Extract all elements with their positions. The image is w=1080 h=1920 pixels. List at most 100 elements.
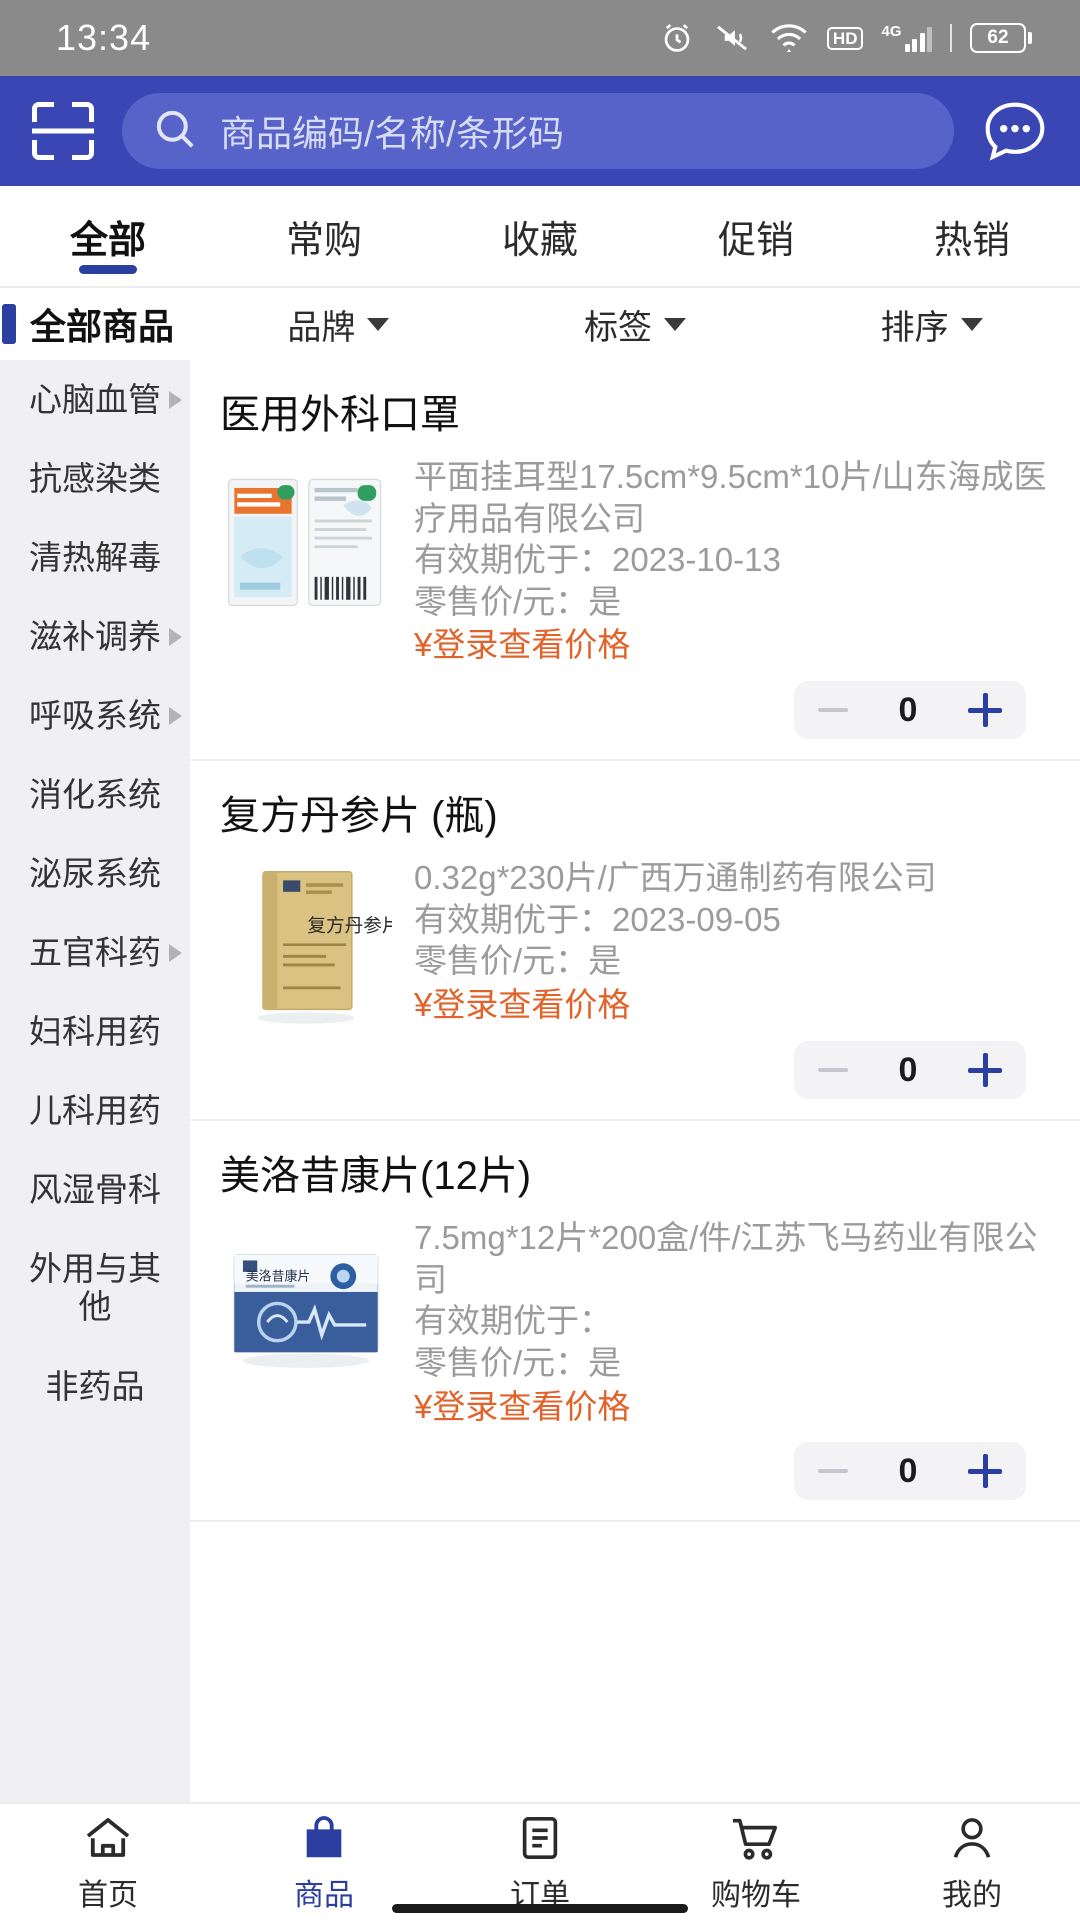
sidebar-active-marker — [2, 304, 16, 344]
filter-label: 标签 — [584, 308, 652, 347]
plus-icon[interactable] — [967, 693, 1002, 728]
minus-icon[interactable] — [818, 1469, 848, 1474]
shopping-cart-icon — [729, 1811, 783, 1863]
tab-promotions[interactable]: 促销 — [648, 186, 864, 286]
bag-icon — [299, 1811, 349, 1863]
battery-level: 62 — [987, 27, 1009, 48]
tab-label: 促销 — [717, 219, 794, 262]
product-title: 美洛昔康片(12片) — [220, 1154, 532, 1199]
alarm-icon — [659, 20, 695, 56]
product-retail-price: 零售价/元：是 — [414, 1343, 622, 1381]
sidebar-item-label: 非药品 — [45, 1367, 145, 1405]
product-retail-price: 零售价/元：是 — [414, 582, 622, 620]
product-expiry: 有效期优于：2023-10-13 — [414, 541, 781, 579]
sidebar-item-label: 清热解毒 — [29, 538, 161, 576]
quantity-stepper[interactable]: 0 — [794, 1442, 1026, 1501]
product-image-face-mask-packets — [220, 456, 392, 626]
sidebar-item-pediatrics[interactable]: 儿科用药 — [0, 1071, 190, 1150]
status-time: 13:34 — [56, 17, 152, 58]
search-icon — [152, 106, 198, 157]
quantity-stepper[interactable]: 0 — [794, 681, 1026, 740]
product-spec: 平面挂耳型17.5cm*9.5cm*10片/山东海成医疗用品有限公司 — [414, 458, 1047, 537]
sidebar-item-label: 妇科用药 — [29, 1012, 161, 1050]
product-card[interactable]: 美洛昔康片(12片) 美洛昔康片 7.5mg*12片*200盒/件/江苏飞马药业… — [190, 1121, 1080, 1523]
nav-products[interactable]: 商品 — [216, 1811, 432, 1914]
tab-all[interactable]: 全部 — [0, 186, 216, 286]
user-icon — [947, 1811, 997, 1863]
plus-icon[interactable] — [967, 1053, 1002, 1088]
product-spec: 7.5mg*12片*200盒/件/江苏飞马药业有限公司 — [414, 1219, 1038, 1298]
tab-favorites[interactable]: 收藏 — [432, 186, 648, 286]
nav-label: 商品 — [294, 1878, 354, 1912]
nav-cart[interactable]: 购物车 — [648, 1811, 864, 1914]
sidebar-item-label: 泌尿系统 — [29, 854, 161, 892]
sidebar-item-digestive[interactable]: 消化系统 — [0, 755, 190, 834]
chevron-right-icon — [169, 706, 182, 725]
nav-orders[interactable]: 订单 — [432, 1811, 648, 1914]
network-label: 4G — [881, 23, 902, 40]
sidebar-item-gynecology[interactable]: 妇科用药 — [0, 992, 190, 1071]
sidebar-item-tonic[interactable]: 滋补调养 — [0, 597, 190, 676]
sidebar-item-label: 心脑血管 — [29, 380, 161, 418]
scan-barcode-icon[interactable] — [26, 98, 100, 164]
filter-brand[interactable]: 品牌 — [190, 300, 487, 349]
sidebar-item-topical-other[interactable]: 外用与其他 — [0, 1229, 190, 1347]
tab-hot[interactable]: 热销 — [864, 186, 1080, 286]
sidebar-item-heat-clearing[interactable]: 清热解毒 — [0, 518, 190, 597]
product-info: 0.32g*230片/广西万通制药有限公司 有效期优于：2023-09-05 零… — [414, 857, 1050, 1027]
nav-label: 我的 — [942, 1878, 1002, 1912]
chevron-right-icon — [169, 943, 182, 962]
sidebar-item-rheumatology[interactable]: 风湿骨科 — [0, 1150, 190, 1229]
tab-label: 全部 — [69, 219, 146, 262]
sidebar-item-label: 五官科药 — [29, 933, 161, 971]
sidebar-header[interactable]: 全部商品 — [0, 288, 190, 360]
nav-label: 首页 — [78, 1878, 138, 1912]
product-card[interactable]: 复方丹参片 (瓶) 复方丹参片 0.32g*230片/广西万通制药有限公司 有效… — [190, 761, 1080, 1122]
quantity-stepper[interactable]: 0 — [794, 1041, 1026, 1100]
filter-bar: 品牌 标签 排序 — [190, 288, 1080, 360]
sidebar-item-non-drug[interactable]: 非药品 — [0, 1347, 190, 1426]
search-placeholder-text: 商品编码/名称/条形码 — [220, 113, 565, 154]
filter-sort[interactable]: 排序 — [783, 300, 1080, 349]
product-card[interactable]: 医用外科口罩 平面挂耳型17.5cm*9.5cm*10片/山东海成医疗用品有限公… — [190, 360, 1080, 762]
sidebar-item-respiratory[interactable]: 呼吸系统 — [0, 676, 190, 755]
product-expiry: 有效期优于：2023-09-05 — [414, 900, 781, 938]
content-area: 全部商品 心脑血管 抗感染类 清热解毒 滋补调养 呼吸系统 消化系统 泌尿系统 … — [0, 288, 1080, 1802]
app-root: 13:34 HD 4G 62 商品编码/名称/条形码 全部 常购 收藏 促销 热… — [0, 0, 1080, 1920]
chevron-down-icon — [960, 317, 983, 331]
filter-tag[interactable]: 标签 — [487, 300, 784, 349]
minus-icon[interactable] — [818, 1068, 848, 1073]
product-spec: 0.32g*230片/广西万通制药有限公司 — [414, 859, 937, 897]
product-price-login-link[interactable]: ¥登录查看价格 — [414, 624, 1050, 667]
nav-profile[interactable]: 我的 — [864, 1811, 1080, 1914]
sidebar-item-urinary[interactable]: 泌尿系统 — [0, 834, 190, 913]
mute-icon — [713, 20, 751, 56]
sidebar-item-cardio[interactable]: 心脑血管 — [0, 360, 190, 439]
plus-icon[interactable] — [967, 1454, 1002, 1489]
signal-4g-icon: 4G — [881, 24, 932, 52]
bottom-navigation: 首页 商品 订单 购物车 我的 — [0, 1802, 1080, 1920]
product-expiry: 有效期优于： — [414, 1302, 612, 1340]
sidebar-item-label: 滋补调养 — [29, 617, 161, 655]
product-price-login-link[interactable]: ¥登录查看价格 — [414, 1386, 1050, 1429]
minus-icon[interactable] — [818, 708, 848, 713]
category-tabs: 全部 常购 收藏 促销 热销 — [0, 186, 1080, 288]
tab-label: 常购 — [285, 219, 362, 262]
sidebar-item-label: 风湿骨科 — [29, 1170, 161, 1208]
home-icon — [82, 1811, 134, 1863]
battery-icon: 62 — [970, 23, 1032, 53]
tab-frequent[interactable]: 常购 — [216, 186, 432, 286]
chat-more-icon[interactable] — [976, 92, 1054, 170]
product-price-login-link[interactable]: ¥登录查看价格 — [414, 984, 1050, 1027]
sidebar-item-ent[interactable]: 五官科药 — [0, 913, 190, 992]
product-panel: 品牌 标签 排序 医用外科口罩 平面挂耳型17.5cm*9.5cm*10片/山东… — [190, 288, 1080, 1802]
home-indicator — [392, 1904, 688, 1913]
nav-home[interactable]: 首页 — [0, 1811, 216, 1914]
status-icon-group: HD 4G 62 — [659, 20, 1032, 56]
chevron-right-icon — [169, 390, 182, 409]
search-input[interactable]: 商品编码/名称/条形码 — [122, 93, 954, 169]
filter-label: 排序 — [880, 308, 949, 347]
sidebar-item-anti-infective[interactable]: 抗感染类 — [0, 439, 190, 518]
product-info: 平面挂耳型17.5cm*9.5cm*10片/山东海成医疗用品有限公司 有效期优于… — [414, 456, 1050, 667]
product-image-meloxicam-box: 美洛昔康片 — [220, 1217, 392, 1387]
